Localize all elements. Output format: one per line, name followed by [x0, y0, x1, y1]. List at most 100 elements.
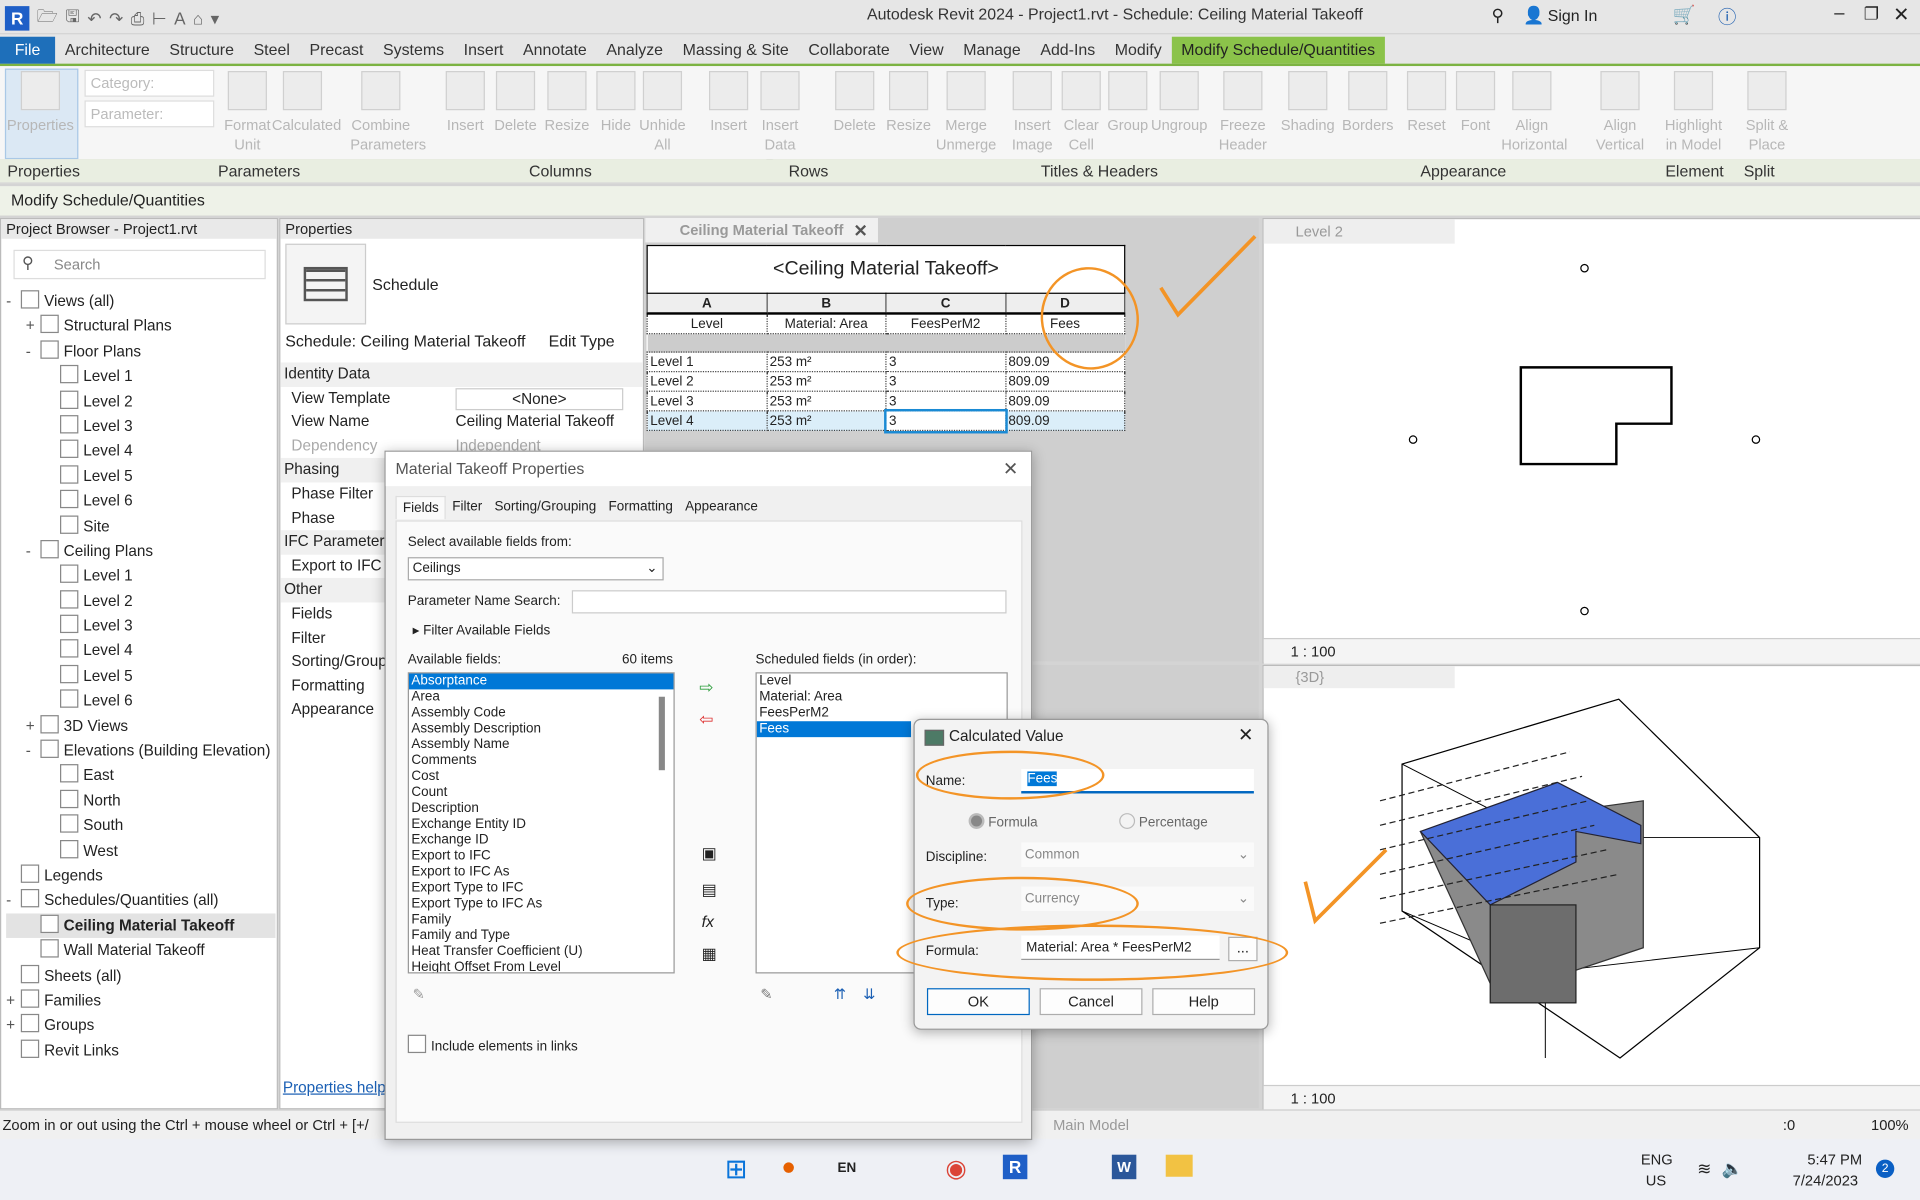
browser-item[interactable]: Level 1: [6, 364, 275, 389]
browser-item[interactable]: - Elevations (Building Elevation): [6, 738, 275, 763]
browser-item[interactable]: - Views (all): [6, 289, 275, 314]
table-cell[interactable]: 809.09: [1004, 390, 1126, 412]
help-button[interactable]: Help: [1152, 988, 1256, 1016]
properties-help-link[interactable]: Properties help: [283, 1079, 386, 1096]
table-cell[interactable]: 3: [885, 390, 1006, 412]
cancel-button[interactable]: Cancel: [1039, 988, 1143, 1016]
ribbon-button-shading[interactable]: Shading: [1277, 66, 1338, 135]
ribbon-button-borders[interactable]: Borders: [1337, 66, 1398, 135]
expand-icon[interactable]: +: [26, 314, 41, 338]
ribbon-button-resize[interactable]: Resize: [878, 66, 939, 135]
browser-item[interactable]: Level 6: [6, 688, 275, 713]
expand-icon[interactable]: +: [6, 988, 21, 1012]
column-header[interactable]: FeesPerM2: [885, 312, 1006, 335]
remove-field-icon[interactable]: ⇦: [699, 709, 713, 730]
ribbon-button-insert[interactable]: InsertData Row: [749, 66, 810, 174]
workset-model[interactable]: Main Model: [1053, 1111, 1129, 1140]
formula-radio[interactable]: Formula: [968, 813, 1038, 830]
list-item[interactable]: Family and Type: [409, 928, 673, 944]
table-cell[interactable]: 3: [883, 408, 1008, 433]
open-icon[interactable]: 🗁: [37, 4, 58, 33]
browser-item[interactable]: +3D Views: [6, 713, 275, 738]
sign-in-button[interactable]: Sign In: [1548, 6, 1598, 24]
available-fields-list[interactable]: Absorptance Area Assembly Code Assembly Des…: [407, 672, 675, 974]
percentage-radio[interactable]: Percentage: [1119, 813, 1208, 830]
ribbon-button-merge[interactable]: Merge Unmerge: [936, 66, 997, 154]
table-cell[interactable]: Level 4: [646, 410, 768, 432]
tab-massing-site[interactable]: Massing & Site: [673, 37, 799, 64]
tab-annotate[interactable]: Annotate: [513, 37, 596, 64]
list-item[interactable]: Export Type to IFC: [409, 880, 673, 896]
collapse-icon[interactable]: -: [6, 289, 21, 313]
tab-analyze[interactable]: Analyze: [597, 37, 673, 64]
table-cell[interactable]: Level 2: [646, 371, 768, 392]
ribbon-button-properties[interactable]: Properties: [5, 66, 76, 135]
move-down-icon[interactable]: ⇊: [863, 986, 875, 1003]
browser-item[interactable]: Level 1: [6, 564, 275, 589]
customize-qat-icon[interactable]: ▾: [211, 8, 220, 29]
parameter-dropdown[interactable]: Parameter:: [84, 100, 215, 128]
browser-item[interactable]: Level 4: [6, 639, 275, 664]
browser-item[interactable]: - Schedules/Quantities (all): [6, 888, 275, 913]
browser-item[interactable]: West: [6, 838, 275, 863]
minimize-button[interactable]: –: [1834, 2, 1844, 23]
tab-modify[interactable]: Modify: [1105, 37, 1171, 64]
word-icon[interactable]: W: [1111, 1154, 1137, 1180]
region-indicator[interactable]: US: [1646, 1172, 1666, 1189]
property-value[interactable]: <None>: [455, 387, 624, 410]
dialog-tab-fields[interactable]: Fields: [395, 495, 447, 520]
discipline-select[interactable]: Common ⌄: [1021, 842, 1254, 867]
dialog-tab-sorting-grouping[interactable]: Sorting/Grouping: [488, 496, 602, 519]
3d-scale[interactable]: 1 : 100: [1291, 1090, 1336, 1107]
table-row[interactable]: Level 2 253 m² 3 809.09: [646, 371, 1126, 392]
redo-icon[interactable]: ↷: [109, 8, 123, 29]
list-item[interactable]: Export to IFC As: [409, 864, 673, 880]
tab-architecture[interactable]: Architecture: [55, 37, 160, 64]
list-item[interactable]: Area: [409, 689, 673, 705]
table-cell[interactable]: Level 1: [646, 351, 768, 373]
available-scrollbar[interactable]: [658, 696, 665, 771]
move-up-icon[interactable]: ⇈: [834, 986, 846, 1003]
revit-taskbar-icon[interactable]: R: [1002, 1154, 1028, 1180]
print-icon[interactable]: ⎙: [131, 8, 145, 29]
firefox-icon[interactable]: ●: [781, 1153, 796, 1181]
ribbon-button-highlight[interactable]: Highlight in Model: [1663, 66, 1724, 154]
list-item[interactable]: Material: Area: [757, 689, 1007, 705]
expand-icon[interactable]: +: [6, 1013, 21, 1037]
tab-precast[interactable]: Precast: [300, 37, 374, 64]
volume-icon[interactable]: 🔈: [1722, 1158, 1743, 1179]
edit-field-icon[interactable]: ✎: [760, 986, 772, 1003]
browser-item[interactable]: Level 6: [6, 489, 275, 514]
measure-icon[interactable]: ⊢: [152, 8, 167, 29]
collapse-icon[interactable]: -: [26, 539, 41, 563]
wifi-icon[interactable]: ≋: [1697, 1158, 1711, 1179]
save-icon[interactable]: 🖫: [65, 4, 80, 33]
revit-logo-icon[interactable]: R: [4, 6, 30, 31]
close-tab-icon[interactable]: ✕: [853, 218, 867, 242]
property-value[interactable]: Ceiling Material Takeoff: [456, 410, 621, 434]
browser-item[interactable]: South: [6, 813, 275, 838]
browser-item[interactable]: + Structural Plans: [6, 314, 275, 339]
table-cell[interactable]: 3: [885, 371, 1006, 392]
tab-insert[interactable]: Insert: [454, 37, 513, 64]
undo-icon[interactable]: ↶: [87, 8, 101, 29]
browser-item[interactable]: Wall Material Takeoff: [6, 938, 275, 963]
dialog-tab-filter[interactable]: Filter: [446, 496, 488, 519]
combine-parameters-icon[interactable]: ▦: [702, 944, 717, 964]
calc-close-button[interactable]: ✕: [1238, 724, 1253, 746]
ribbon-button-align[interactable]: Align Vertical: [1589, 66, 1650, 154]
list-item[interactable]: Heat Transfer Coefficient (U): [409, 944, 673, 960]
column-letter[interactable]: B: [765, 292, 887, 315]
clock-date[interactable]: 7/24/2023: [1793, 1172, 1858, 1189]
browser-item[interactable]: East: [6, 763, 275, 788]
add-field-icon[interactable]: ⇨: [699, 677, 713, 698]
tab-systems[interactable]: Systems: [373, 37, 454, 64]
ribbon-button-unhide[interactable]: Unhide All: [632, 66, 693, 154]
list-item[interactable]: Export Type to IFC As: [409, 896, 673, 912]
browser-item[interactable]: Revit Links: [6, 1038, 275, 1063]
table-cell[interactable]: 253 m²: [765, 371, 887, 392]
browser-item[interactable]: Level 3: [6, 414, 275, 439]
tab-view[interactable]: View: [900, 37, 954, 64]
include-links-checkbox[interactable]: Include elements in links: [407, 1034, 578, 1054]
table-cell[interactable]: 3: [885, 351, 1006, 373]
